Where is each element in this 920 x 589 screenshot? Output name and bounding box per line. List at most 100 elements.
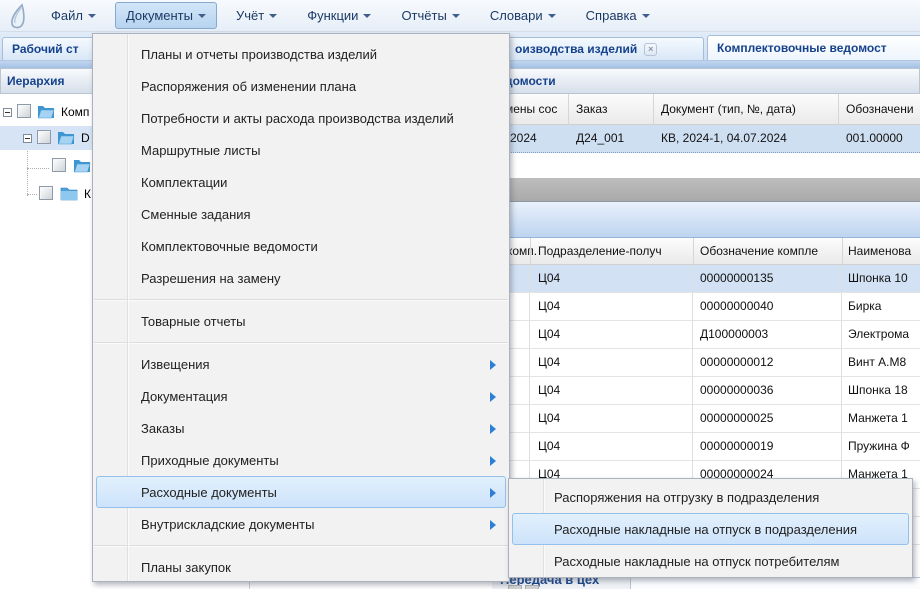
- menu-item-label: Планы закупок: [97, 560, 231, 575]
- menu-item-shift-tasks[interactable]: Сменные задания: [96, 198, 506, 230]
- menu-item-label: Расходные накладные на отпуск в подразде…: [513, 522, 857, 537]
- cell-department: Ц04: [530, 405, 693, 432]
- tree-node-label: Комп: [61, 105, 89, 119]
- cell-department: Ц04: [530, 293, 693, 320]
- cell-name: Пружина Ф: [842, 433, 920, 460]
- menu-item-route-sheets[interactable]: Маршрутные листы: [96, 134, 506, 166]
- menu-item-label: Расходные документы: [97, 485, 277, 500]
- menubar-item-documents[interactable]: Документы: [115, 2, 217, 29]
- menu-item-shipment-orders[interactable]: Распоряжения на отгрузку в подразделения: [512, 481, 909, 513]
- menu-item-replacement-permits[interactable]: Разрешения на замену: [96, 262, 506, 294]
- menu-item-production-plans[interactable]: Планы и отчеты производства изделий: [96, 38, 506, 70]
- grid-column-line: [693, 238, 694, 265]
- folder-open-icon: [73, 158, 91, 173]
- menu-item-issue-notes-departments[interactable]: Расходные накладные на отпуск в подразде…: [512, 513, 909, 545]
- menu-item-intrawarehouse-documents[interactable]: Внутрискладские документы: [96, 508, 506, 540]
- cell-name: Шпонка 18: [842, 377, 920, 404]
- cell-name: Бирка: [842, 293, 920, 320]
- tab-production[interactable]: оизводства изделий ×: [505, 37, 704, 60]
- cell-code: 00000000019: [693, 433, 842, 460]
- cell-code: 00000000135: [693, 265, 842, 292]
- submenu-arrow-icon: [490, 424, 496, 434]
- column-header-fragment[interactable]: мены сос: [505, 94, 557, 124]
- cell-department: Ц04: [530, 265, 693, 292]
- menu-item-outgoing-documents[interactable]: Расходные документы: [96, 476, 506, 508]
- checkbox[interactable]: [17, 104, 31, 118]
- menu-item-label: Комплектации: [97, 175, 227, 190]
- menubar-item-dictionaries[interactable]: Словари: [479, 2, 567, 29]
- menubar-item-label: Документы: [126, 8, 193, 23]
- menubar-item-label: Функции: [307, 8, 358, 23]
- menu-item-label: Расходные накладные на отпуск потребител…: [513, 554, 839, 569]
- menu-item-label: Распоряжения на отгрузку в подразделения: [513, 490, 819, 505]
- checkbox[interactable]: [39, 186, 53, 200]
- tree-node-label: К: [84, 187, 91, 201]
- checkbox[interactable]: [37, 130, 51, 144]
- collapse-icon[interactable]: [23, 134, 32, 143]
- folder-open-icon: [37, 104, 55, 119]
- submenu-arrow-icon: [490, 520, 496, 530]
- menubar-item-label: Учёт: [236, 8, 264, 23]
- menu-item-requirements-acts[interactable]: Потребности и акты расхода производства …: [96, 102, 506, 134]
- menu-item-label: Внутрискладские документы: [97, 517, 314, 532]
- tab-label: Комплектовочные ведомост: [717, 41, 887, 55]
- column-header-code[interactable]: Обозначение компле: [700, 238, 818, 264]
- submenu-arrow-icon: [490, 488, 496, 498]
- tab-picking-lists[interactable]: Комплектовочные ведомост: [707, 35, 920, 60]
- menu-item-goods-reports[interactable]: Товарные отчеты: [96, 305, 506, 337]
- chevron-down-icon: [363, 14, 371, 18]
- menu-item-picking-lists[interactable]: Комплектовочные ведомости: [96, 230, 506, 262]
- menu-item-orders[interactable]: Заказы: [96, 412, 506, 444]
- collapse-icon[interactable]: [3, 108, 12, 117]
- menu-item-incoming-documents[interactable]: Приходные документы: [96, 444, 506, 476]
- menu-item-label: Документация: [97, 389, 228, 404]
- chevron-down-icon: [452, 14, 460, 18]
- menu-item-label: Потребности и акты расхода производства …: [97, 111, 454, 126]
- footer-panel: [631, 578, 920, 589]
- tab-label: Рабочий ст: [12, 42, 79, 56]
- column-header-department[interactable]: Подразделение-получ: [538, 238, 662, 264]
- column-header-order[interactable]: Заказ: [576, 94, 607, 124]
- checkbox[interactable]: [52, 158, 66, 172]
- menubar-item-help[interactable]: Справка: [575, 2, 661, 29]
- cell-name: Винт А.М8: [842, 349, 920, 376]
- cell-department: Ц04: [530, 377, 693, 404]
- menu-item-kitting[interactable]: Комплектации: [96, 166, 506, 198]
- toolbar-button[interactable]: [525, 585, 539, 589]
- column-header-document[interactable]: Документ (тип, №, дата): [661, 94, 796, 124]
- grid-column-line: [842, 238, 843, 265]
- column-header-designation[interactable]: Обозначени: [846, 94, 914, 124]
- menu-item-notices[interactable]: Извещения: [96, 348, 506, 380]
- toolbar-button[interactable]: [508, 585, 522, 589]
- cell-name: Манжета 1: [842, 405, 920, 432]
- menu-item-label: Разрешения на замену: [97, 271, 281, 286]
- menubar: Файл Документы Учёт Функции Отчёты Слова…: [0, 0, 920, 32]
- menubar-item-functions[interactable]: Функции: [296, 2, 382, 29]
- close-icon[interactable]: ×: [644, 43, 657, 56]
- menu-item-label: Маршрутные листы: [97, 143, 260, 158]
- cell-code: 00000000036: [693, 377, 842, 404]
- cell-code: 00000000012: [693, 349, 842, 376]
- chevron-down-icon: [88, 14, 96, 18]
- outgoing-documents-submenu: Распоряжения на отгрузку в подразделения…: [508, 478, 913, 578]
- menu-item-issue-notes-consumers[interactable]: Расходные накладные на отпуск потребител…: [512, 545, 909, 577]
- menubar-item-reports[interactable]: Отчёты: [390, 2, 470, 29]
- cell-fragment: 2024: [510, 125, 537, 152]
- menubar-item-file[interactable]: Файл: [40, 2, 107, 29]
- tab-label: оизводства изделий: [515, 42, 637, 56]
- cell-department: Ц04: [530, 349, 693, 376]
- cell-code: 00000000040: [693, 293, 842, 320]
- cell-department: Ц04: [530, 433, 693, 460]
- menu-item-label: Товарные отчеты: [97, 314, 246, 329]
- menu-item-documentation[interactable]: Документация: [96, 380, 506, 412]
- submenu-arrow-icon: [490, 392, 496, 402]
- menu-item-plan-change-orders[interactable]: Распоряжения об изменении плана: [96, 70, 506, 102]
- application-window: Рабочий ст оизводства изделий × Комплект…: [0, 0, 920, 589]
- folder-open-icon: [57, 130, 75, 145]
- menu-item-procurement-plans[interactable]: Планы закупок: [96, 551, 506, 583]
- chevron-down-icon: [548, 14, 556, 18]
- column-header-fragment[interactable]: комп.: [507, 238, 537, 264]
- column-header-name[interactable]: Наименова: [848, 238, 911, 264]
- cell-designation: 001.00000: [846, 125, 903, 152]
- menubar-item-accounting[interactable]: Учёт: [225, 2, 288, 29]
